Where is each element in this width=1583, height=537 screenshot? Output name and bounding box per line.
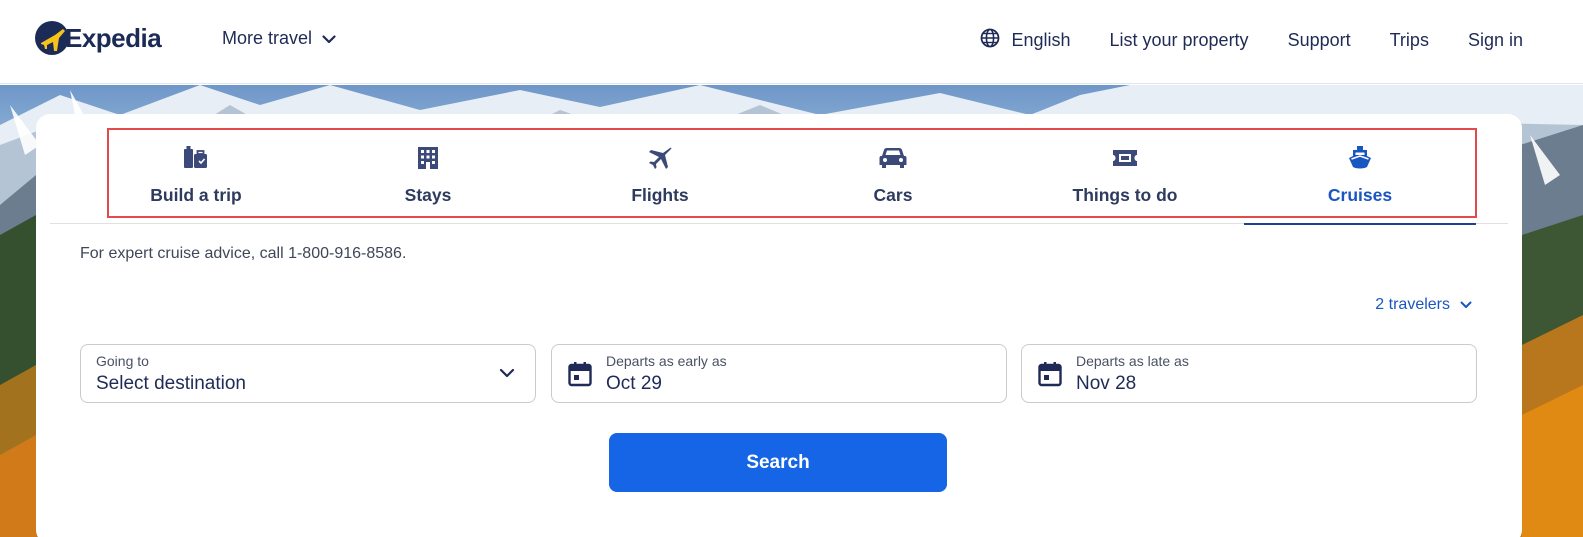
chevron-down-icon (322, 28, 336, 49)
tab-label: Things to do (1072, 185, 1178, 205)
calendar-icon (568, 361, 592, 392)
search-card: Build a trip Stays Flights Cars Things t… (36, 114, 1522, 537)
departs-early-label: Departs as early as (606, 353, 727, 369)
tab-cruises[interactable]: Cruises (1244, 114, 1476, 225)
car-icon (879, 144, 907, 172)
cruise-advice-text: For expert cruise advice, call 1-800-916… (80, 245, 407, 262)
product-tabs: Build a trip Stays Flights Cars Things t… (50, 114, 1508, 225)
tab-label: Stays (404, 185, 452, 205)
expedia-logo-icon (35, 21, 69, 55)
destination-select[interactable]: Going to Select destination (80, 344, 536, 403)
departs-late-date-field[interactable]: Departs as late as Nov 28 (1021, 344, 1477, 403)
tab-build-a-trip[interactable]: Build a trip (80, 114, 312, 224)
ticket-icon (1111, 144, 1139, 172)
tab-label: Cruises (1327, 185, 1393, 205)
tab-label: Build a trip (150, 185, 242, 205)
travelers-selector[interactable]: 2 travelers (1375, 296, 1472, 314)
departs-early-date-field[interactable]: Departs as early as Oct 29 (551, 344, 1007, 403)
trips-link[interactable]: Trips (1390, 30, 1429, 51)
departs-early-value: Oct 29 (606, 373, 662, 394)
travelers-label: 2 travelers (1375, 296, 1450, 313)
tab-flights[interactable]: Flights (544, 114, 776, 224)
logo-text: Expedia (65, 22, 162, 53)
globe-icon (980, 28, 1000, 53)
header-nav: English List your property Support Trips… (980, 28, 1523, 53)
language-label: English (1011, 30, 1071, 50)
ship-icon (1346, 144, 1374, 172)
more-travel-menu[interactable]: More travel (222, 28, 336, 49)
calendar-icon (1038, 361, 1062, 392)
tab-cars[interactable]: Cars (777, 114, 1009, 224)
sign-in-link[interactable]: Sign in (1468, 30, 1523, 51)
support-link[interactable]: Support (1288, 30, 1351, 51)
expedia-logo[interactable]: Expedia (35, 18, 165, 58)
departs-late-value: Nov 28 (1076, 373, 1137, 394)
luggage-icon (182, 144, 210, 172)
airplane-icon (646, 144, 674, 172)
tab-label: Cars (873, 185, 913, 205)
search-button[interactable]: Search (609, 433, 947, 492)
chevron-down-icon (1460, 296, 1472, 314)
site-header: Expedia More travel English List your pr… (0, 0, 1583, 84)
building-icon (414, 144, 442, 172)
departs-late-label: Departs as late as (1076, 353, 1189, 369)
more-travel-label: More travel (222, 28, 313, 48)
tab-stays[interactable]: Stays (312, 114, 544, 224)
tab-label: Flights (631, 185, 689, 205)
destination-value: Select destination (96, 373, 246, 394)
chevron-down-icon (499, 365, 515, 383)
language-selector[interactable]: English (980, 28, 1071, 53)
tab-things-to-do[interactable]: Things to do (1009, 114, 1241, 224)
list-property-link[interactable]: List your property (1110, 30, 1249, 51)
destination-label: Going to (96, 353, 149, 369)
